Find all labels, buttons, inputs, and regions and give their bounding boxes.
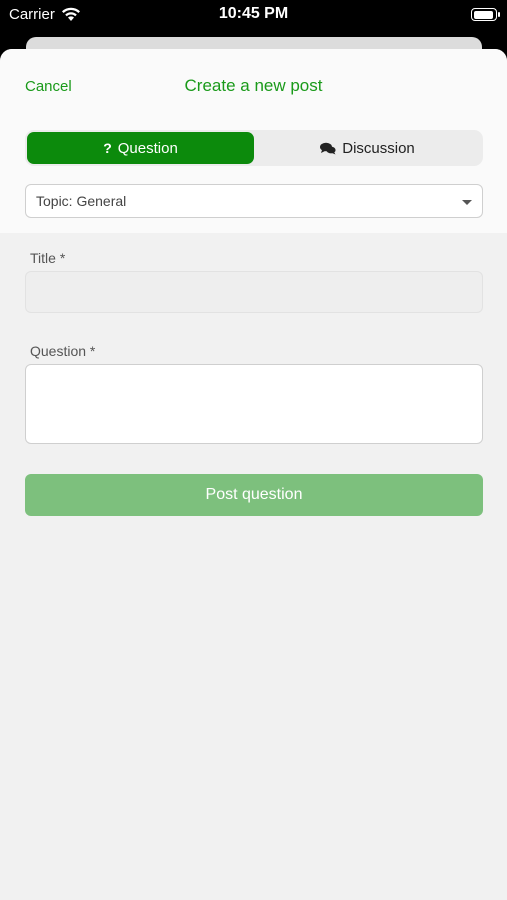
- question-mark-icon: ?: [103, 140, 112, 156]
- question-label: Question *: [30, 343, 96, 359]
- create-post-sheet: Cancel Create a new post ? Question Disc…: [0, 49, 507, 900]
- battery-icon: [471, 8, 500, 21]
- post-type-segmented-control: ? Question Discussion: [25, 130, 483, 166]
- chat-bubbles-icon: [320, 142, 336, 154]
- topic-dropdown-value: Topic: General: [36, 193, 127, 209]
- title-input[interactable]: [25, 271, 483, 313]
- post-question-button[interactable]: Post question: [25, 474, 483, 516]
- question-textarea[interactable]: [25, 364, 483, 444]
- clock: 10:45 PM: [218, 5, 289, 22]
- chevron-down-icon: [462, 200, 472, 205]
- sheet-header: Cancel Create a new post ? Question Disc…: [0, 49, 507, 233]
- segment-discussion-label: Discussion: [342, 139, 415, 157]
- status-bar: Carrier 10:45 PM: [0, 0, 507, 30]
- title-label: Title *: [30, 250, 66, 266]
- segment-discussion[interactable]: Discussion: [254, 132, 481, 164]
- topic-dropdown[interactable]: Topic: General: [25, 184, 483, 218]
- segment-question[interactable]: ? Question: [27, 132, 254, 164]
- segment-question-label: Question: [117, 139, 178, 157]
- page-title: Create a new post: [184, 76, 323, 95]
